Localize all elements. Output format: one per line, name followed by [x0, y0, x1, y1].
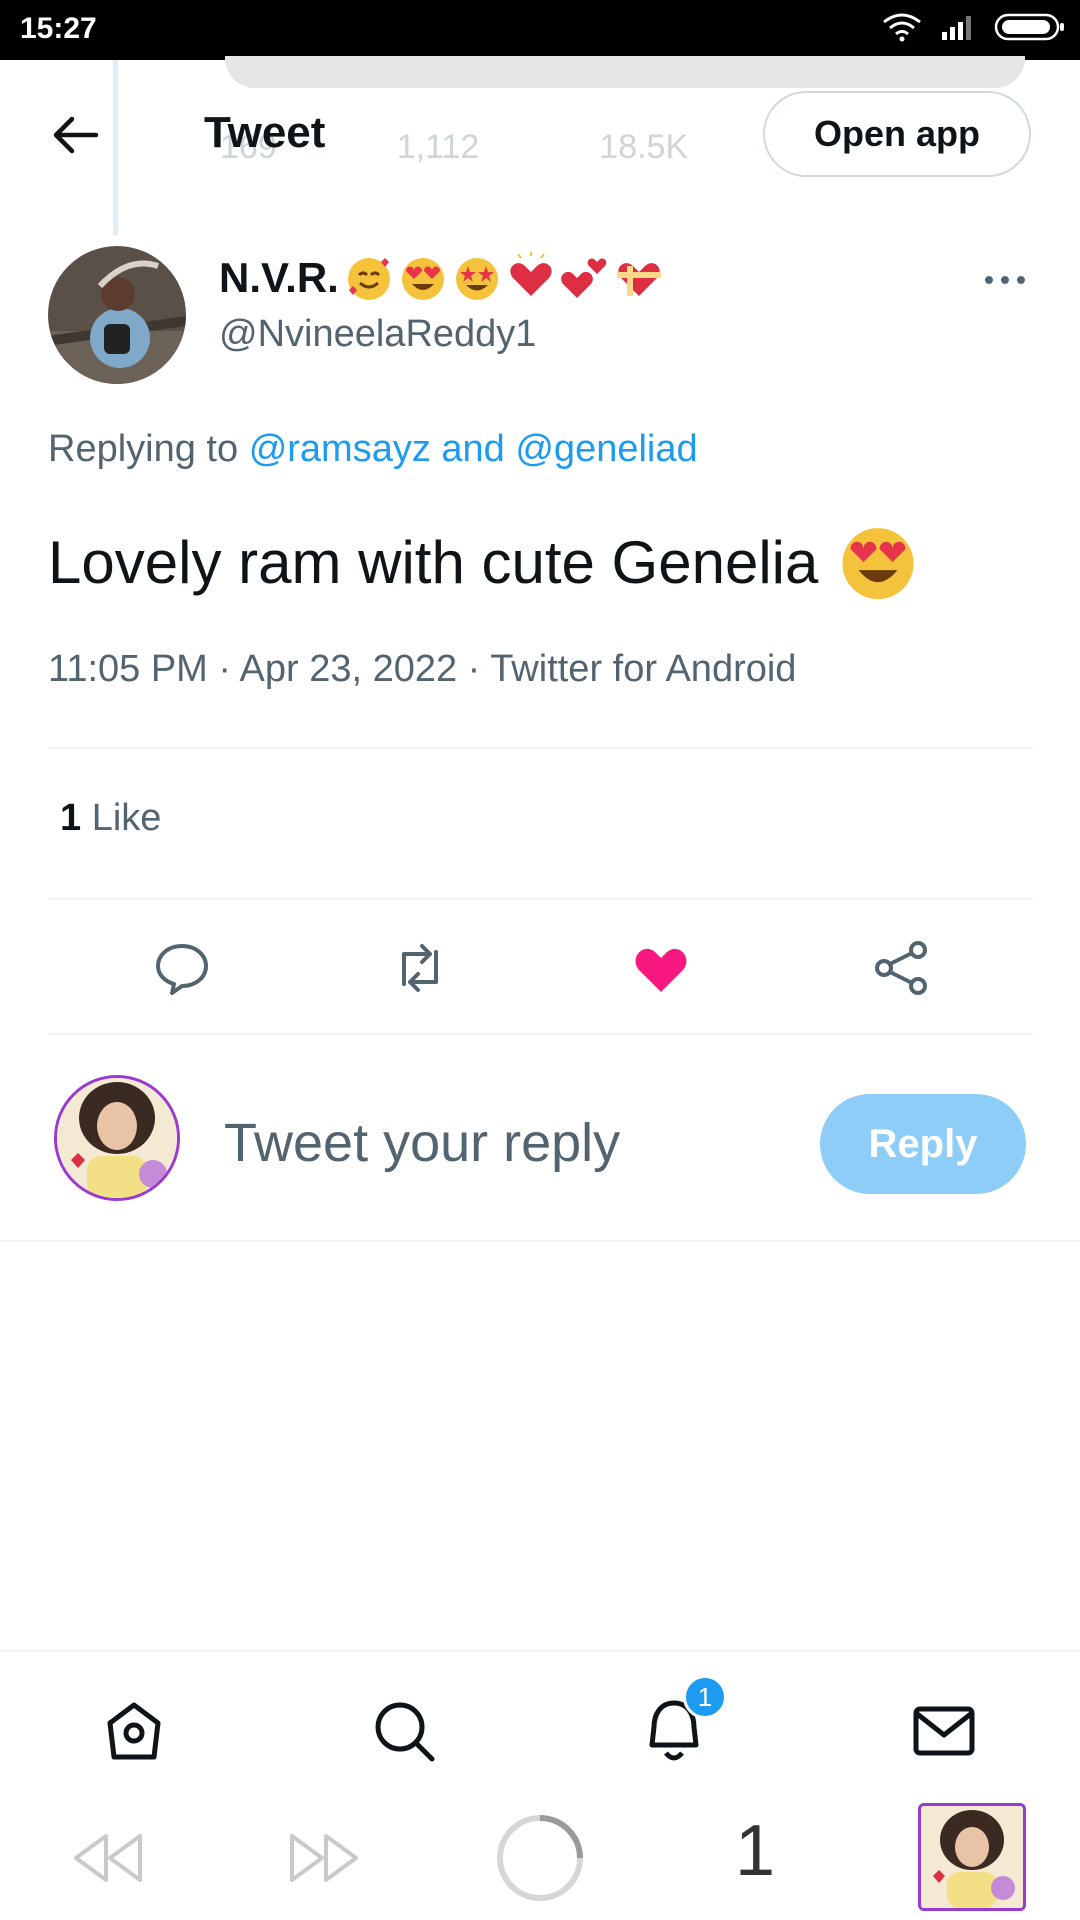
tweet-text-content: Lovely ram with cute Genelia — [48, 528, 819, 596]
signal-icon — [942, 16, 971, 40]
author-avatar[interactable] — [48, 246, 186, 384]
notification-badge: 1 — [683, 1675, 727, 1719]
status-icons — [882, 12, 1066, 42]
background-tweet-card — [225, 56, 1025, 88]
divider — [0, 1240, 1080, 1242]
replying-to-line: Replying to @ramsayz and @geneliad — [48, 428, 698, 471]
background-like-count: 18.5K — [599, 128, 689, 166]
heart-icon[interactable] — [631, 938, 691, 998]
red-heart-emoji-icon — [510, 252, 552, 296]
page-title: Tweet — [204, 108, 326, 157]
two-hearts-emoji-icon — [560, 258, 607, 298]
status-time: 15:27 — [20, 12, 97, 45]
status-bar: 15:27 — [0, 0, 1080, 60]
thread-line — [113, 60, 118, 235]
open-app-button[interactable]: Open app — [763, 91, 1031, 177]
author-handle[interactable]: @NvineelaReddy1 — [219, 313, 536, 356]
like-count: 1 — [60, 797, 82, 839]
heart-eyes-emoji-icon — [401, 258, 444, 300]
divider — [48, 1033, 1033, 1035]
reply-input[interactable]: Tweet your reply — [224, 1112, 620, 1174]
like-label: Like — [91, 797, 162, 839]
background-retweet-count: 1,112 — [396, 128, 480, 166]
author-name-text: N.V.R. — [219, 254, 339, 301]
heart-with-ribbon-emoji-icon — [616, 263, 661, 296]
back-rewind-icon[interactable] — [70, 1830, 146, 1886]
tab-thumbnail[interactable] — [918, 1803, 1026, 1911]
share-icon[interactable] — [872, 938, 932, 998]
replying-prefix: Replying to — [48, 428, 239, 470]
tab-count[interactable]: 1 — [735, 1810, 775, 1892]
retweet-icon[interactable] — [390, 938, 450, 998]
more-options-icon[interactable] — [982, 265, 1028, 295]
mail-icon[interactable] — [908, 1695, 980, 1767]
divider — [48, 898, 1033, 900]
forward-icon[interactable] — [286, 1830, 362, 1886]
wifi-icon — [883, 13, 921, 42]
battery-icon — [994, 13, 1064, 41]
star-struck-emoji-icon — [455, 258, 498, 300]
reply-button[interactable]: Reply — [820, 1094, 1026, 1194]
likes-count-row[interactable]: 1 Like — [60, 797, 161, 840]
loading-spinner-icon[interactable] — [494, 1812, 586, 1904]
user-avatar[interactable] — [54, 1075, 180, 1201]
smiling-face-with-hearts-emoji-icon — [347, 258, 390, 300]
home-icon[interactable] — [98, 1695, 170, 1767]
divider — [48, 747, 1033, 749]
back-arrow-icon[interactable] — [46, 110, 106, 160]
author-name[interactable]: N.V.R. — [219, 252, 665, 304]
replying-mentions-link[interactable]: @ramsayz and @geneliad — [249, 428, 698, 470]
author-emojis — [343, 252, 665, 304]
heart-eyes-emoji-icon — [842, 528, 914, 600]
tweet-meta: 11:05 PM · Apr 23, 2022 · Twitter for An… — [48, 648, 797, 690]
search-icon[interactable] — [368, 1695, 440, 1767]
reply-icon[interactable] — [152, 938, 212, 998]
tweet-text: Lovely ram with cute Genelia — [48, 520, 920, 604]
